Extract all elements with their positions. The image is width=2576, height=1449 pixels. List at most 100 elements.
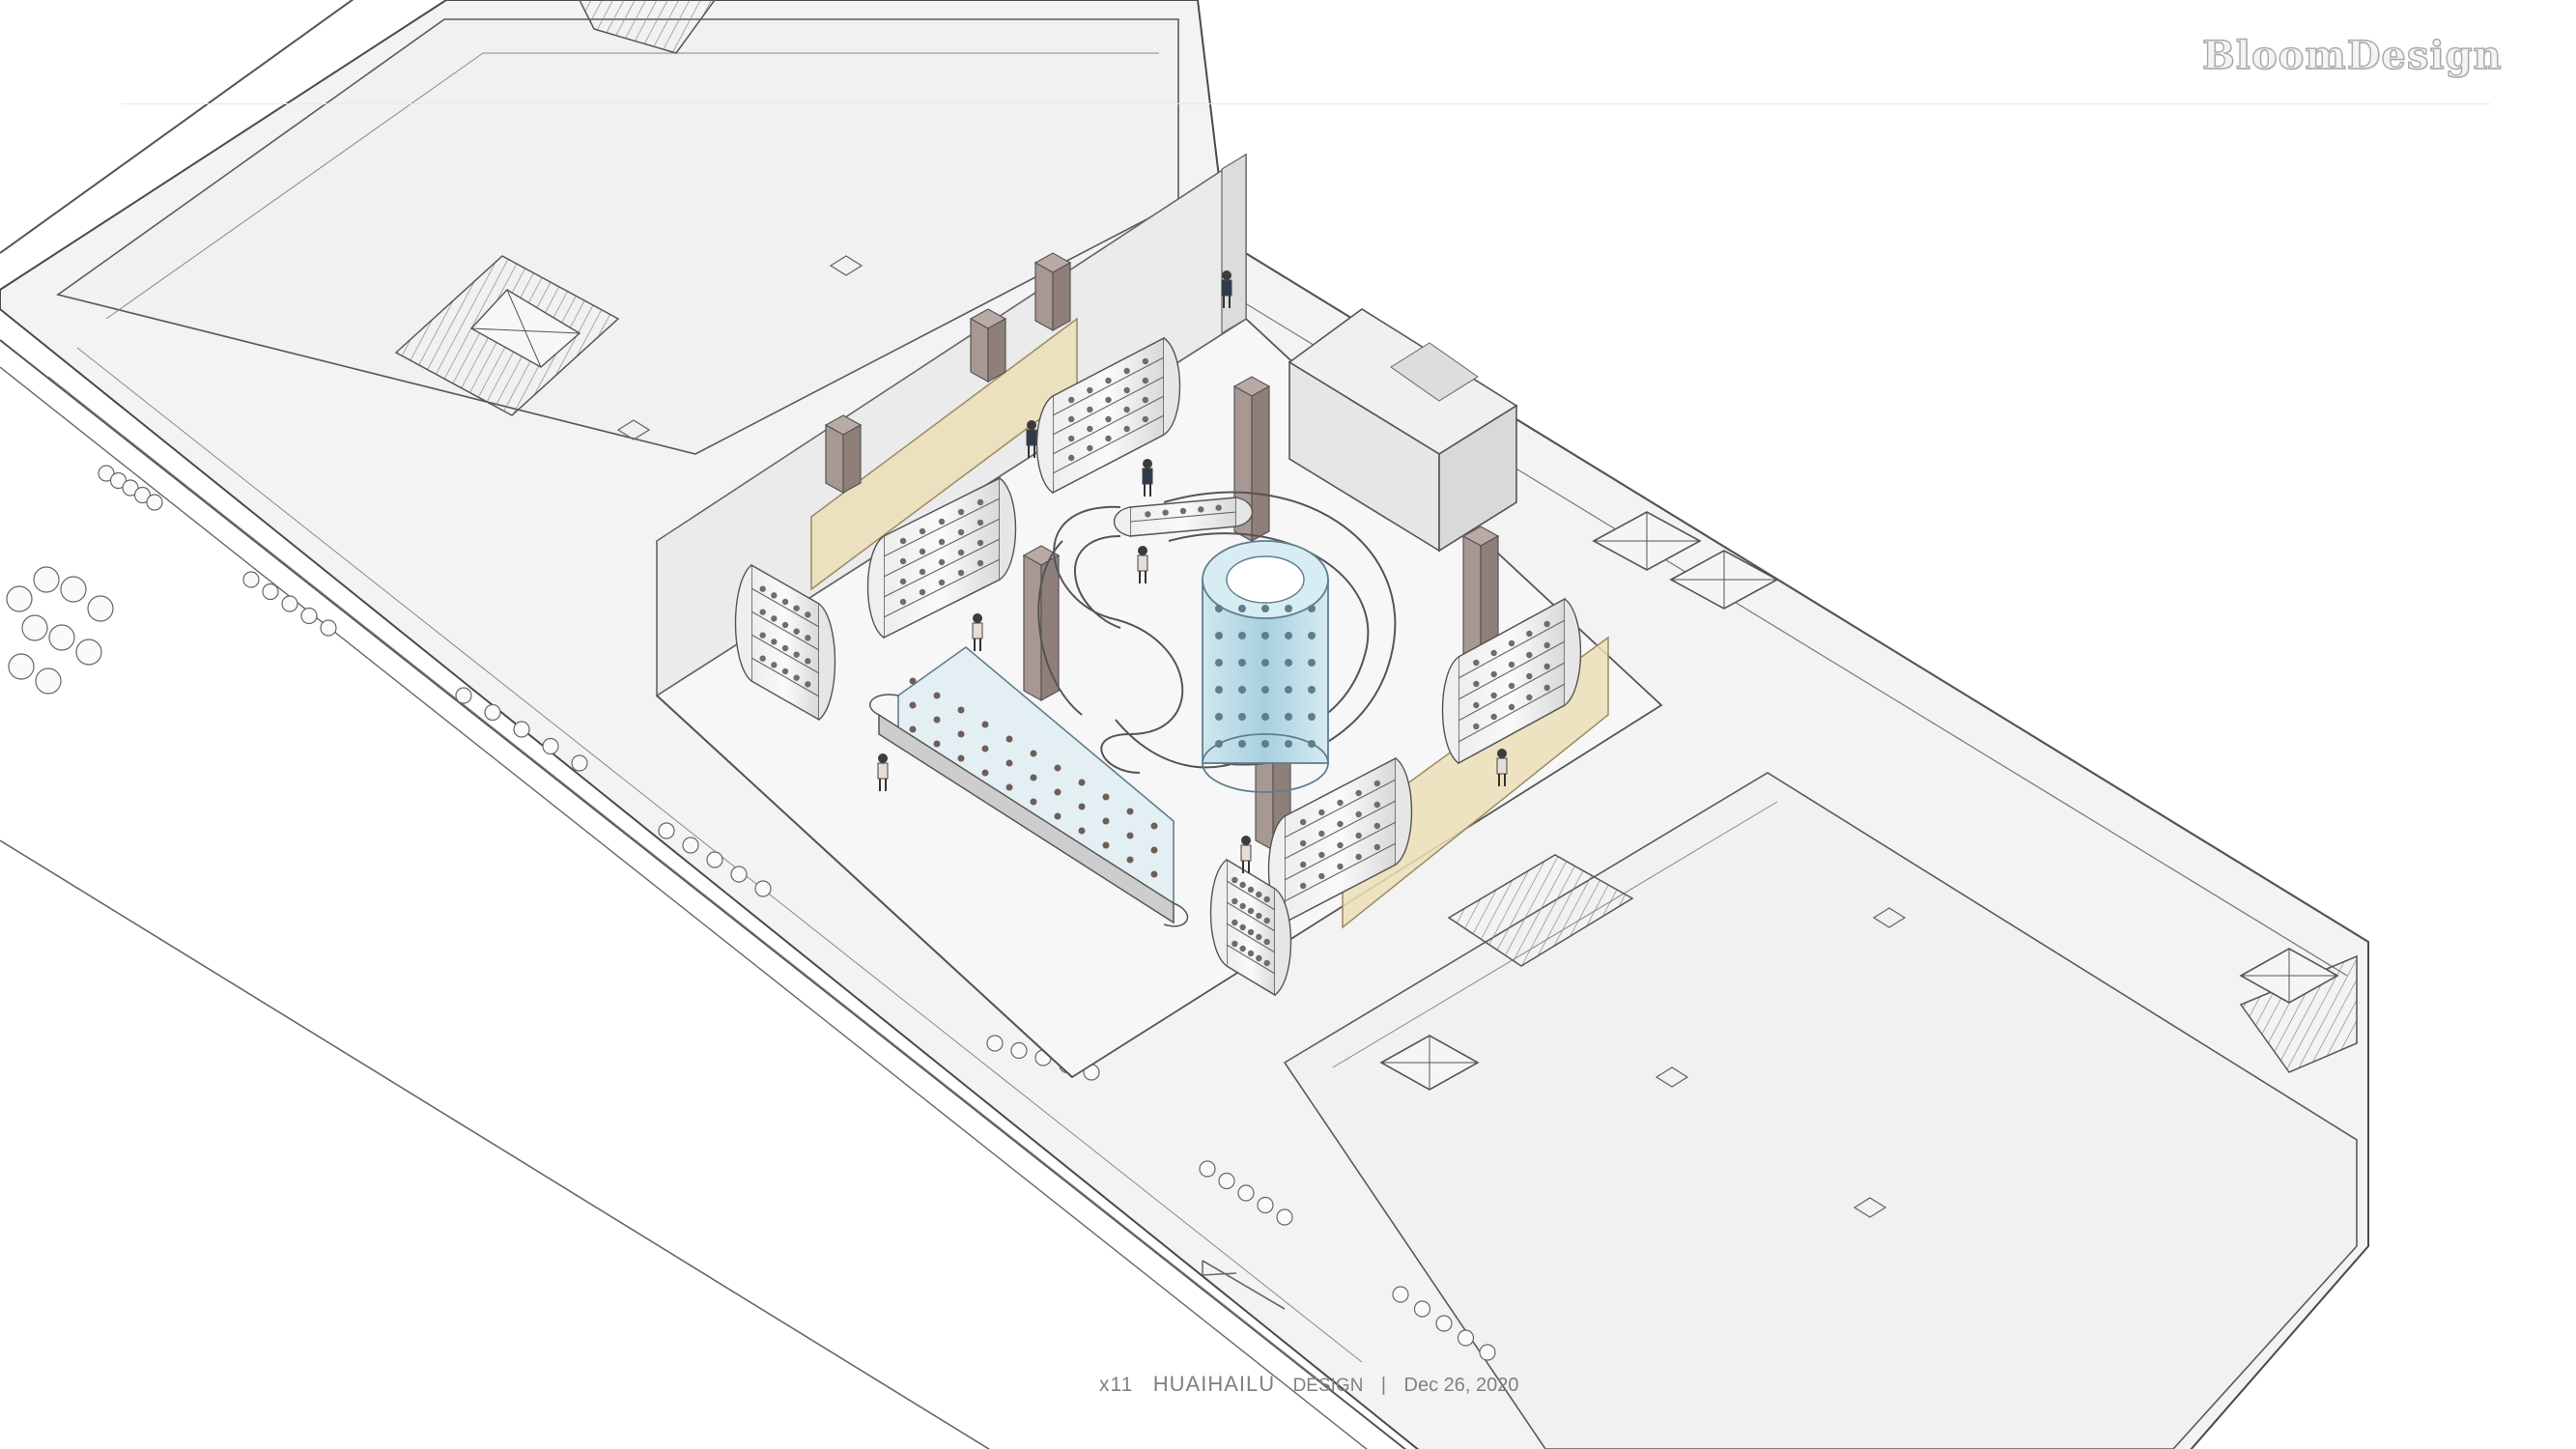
footer-code: x11 <box>1099 1374 1134 1396</box>
planter <box>320 619 337 637</box>
planter <box>35 668 62 695</box>
tower-item <box>1215 686 1223 694</box>
planter <box>1218 1172 1235 1190</box>
planter <box>21 614 48 641</box>
footer-caption: x11 HUAIHAILU DESIGN | Dec 26, 2020 <box>1099 1372 1519 1397</box>
planter <box>1199 1160 1216 1178</box>
tower-item <box>1261 713 1269 721</box>
tower-item <box>1308 632 1316 639</box>
planter <box>754 880 772 897</box>
tower-item <box>1285 605 1292 612</box>
column <box>1033 252 1072 332</box>
vitrine-item <box>1126 832 1134 839</box>
vitrine-item <box>981 721 989 728</box>
tower-item <box>1308 686 1316 694</box>
vitrine-item <box>1150 870 1158 878</box>
tower-item <box>1215 605 1223 612</box>
vitrine-item <box>1126 808 1134 815</box>
planter <box>75 639 102 666</box>
tower-item <box>1285 632 1292 639</box>
tower-item <box>1238 605 1246 612</box>
vitrine-item <box>909 725 917 733</box>
planter <box>1457 1329 1475 1347</box>
planter <box>48 624 75 651</box>
vitrine-item <box>909 701 917 709</box>
vitrine-item <box>957 754 965 762</box>
tower-item <box>1308 659 1316 667</box>
tower-item <box>1215 659 1223 667</box>
vitrine-item <box>1078 803 1086 810</box>
vitrine-item <box>1030 798 1037 806</box>
planter <box>682 837 699 854</box>
tower-item <box>1261 659 1269 667</box>
tower-item <box>1238 713 1246 721</box>
tower-item <box>1285 659 1292 667</box>
planter <box>242 571 260 588</box>
tower-item <box>1238 686 1246 694</box>
planter <box>33 566 60 593</box>
planter <box>706 851 723 868</box>
vitrine-item <box>1150 822 1158 830</box>
tower-item <box>1261 740 1269 748</box>
vitrine-item <box>1054 812 1062 820</box>
vitrine-item <box>1054 764 1062 772</box>
planter <box>1413 1300 1431 1318</box>
tower-item <box>1308 713 1316 721</box>
vitrine-item <box>1030 750 1037 757</box>
vitrine-item <box>981 745 989 753</box>
planter <box>542 737 559 755</box>
vitrine-item <box>1005 783 1013 791</box>
planter <box>300 607 318 625</box>
brand-logo: BloomDesign <box>2201 32 2503 78</box>
vitrine-item <box>933 716 941 724</box>
vitrine-item <box>1102 817 1110 825</box>
tower-item <box>1238 659 1246 667</box>
footer-kind: DESIGN <box>1292 1376 1364 1396</box>
column <box>824 414 863 495</box>
vitrine-item <box>933 740 941 748</box>
planter <box>571 754 588 772</box>
planter <box>1010 1041 1028 1060</box>
tower-item <box>1285 686 1292 694</box>
vitrine-item <box>1030 774 1037 781</box>
vitrine-item <box>909 677 917 685</box>
footer-date: Dec 26, 2020 <box>1403 1375 1519 1396</box>
spiral-glass-tower <box>1202 540 1329 793</box>
vitrine-item <box>1054 788 1062 796</box>
planter <box>1276 1208 1293 1226</box>
vitrine-item <box>1005 759 1013 767</box>
planter <box>730 866 748 883</box>
isometric-floor-plan <box>0 0 2369 1449</box>
planter <box>1237 1184 1255 1202</box>
planter <box>87 595 114 622</box>
planter <box>1479 1344 1496 1361</box>
tower-item <box>1215 740 1223 748</box>
column <box>969 308 1007 384</box>
vitrine-item <box>1005 735 1013 743</box>
tower-item <box>1261 605 1269 612</box>
planter <box>1392 1286 1409 1303</box>
vitrine-item <box>1078 779 1086 786</box>
vitrine-item <box>1150 846 1158 854</box>
tower-item <box>1308 740 1316 748</box>
planter <box>1435 1315 1453 1332</box>
vitrine-item <box>933 692 941 699</box>
planter <box>146 494 163 511</box>
vitrine-item <box>1126 856 1134 864</box>
vitrine-item <box>981 769 989 777</box>
planter <box>8 653 35 680</box>
tower-item <box>1261 632 1269 639</box>
planter <box>513 721 530 738</box>
planter <box>455 687 472 704</box>
vitrine-item <box>1078 827 1086 835</box>
header-rule <box>122 103 2490 104</box>
tower-item <box>1261 686 1269 694</box>
tower-item <box>1238 632 1246 639</box>
planter <box>484 703 501 722</box>
planter <box>262 582 279 601</box>
tower-item <box>1238 740 1246 748</box>
tower-item <box>1215 713 1223 721</box>
planter <box>6 585 33 612</box>
tower-item <box>1215 632 1223 639</box>
footer-title: HUAIHAILU <box>1152 1372 1276 1396</box>
